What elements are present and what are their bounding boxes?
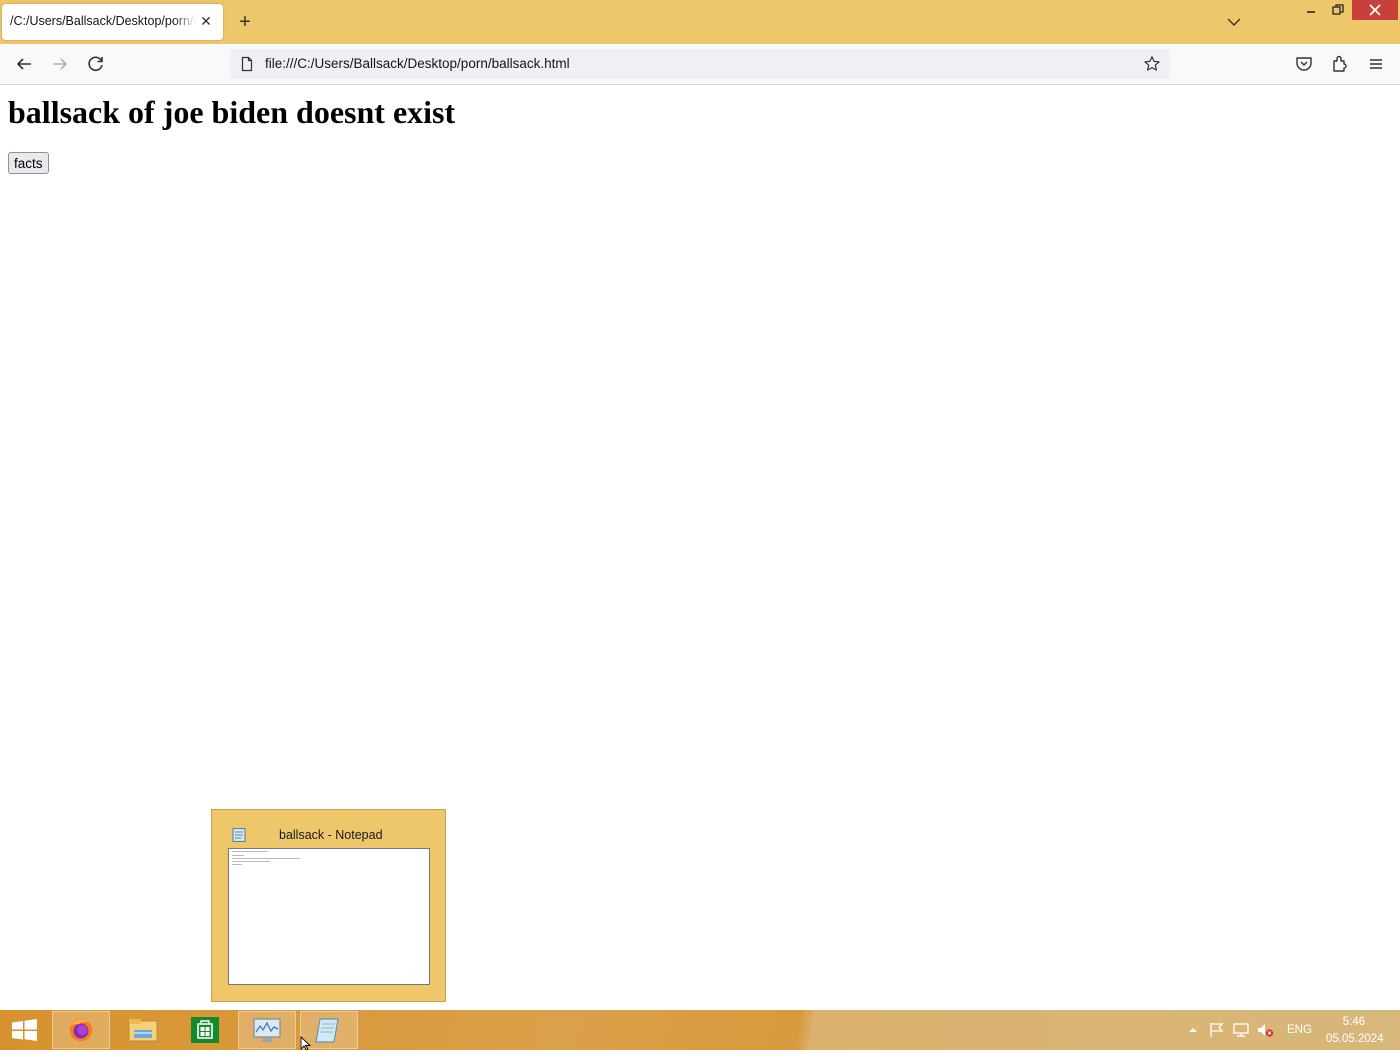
clock-date[interactable]: 05.05.2024 bbox=[1326, 1033, 1384, 1045]
tab-title: /C:/Users/Ballsack/Desktop/porn/ballsack… bbox=[10, 14, 196, 28]
restore-button[interactable] bbox=[1328, 0, 1348, 20]
address-bar[interactable]: file:///C:/Users/Ballsack/Desktop/porn/b… bbox=[230, 49, 1170, 79]
mouse-cursor-icon bbox=[300, 1036, 312, 1050]
taskbar-resource-monitor[interactable] bbox=[238, 1011, 296, 1049]
show-hidden-icons-chevron-icon[interactable] bbox=[1184, 1022, 1202, 1038]
facts-button[interactable]: facts bbox=[8, 152, 49, 174]
action-center-flag-icon[interactable] bbox=[1208, 1022, 1226, 1038]
navigation-bar: file:///C:/Users/Ballsack/Desktop/porn/b… bbox=[0, 44, 1400, 85]
close-window-button[interactable] bbox=[1352, 0, 1398, 20]
tab-list-chevron-icon[interactable] bbox=[1224, 12, 1244, 32]
active-tab[interactable]: /C:/Users/Ballsack/Desktop/porn/ballsack… bbox=[2, 4, 223, 40]
language-indicator[interactable]: ENG bbox=[1287, 1024, 1312, 1036]
windows-start-icon[interactable] bbox=[0, 1010, 48, 1050]
file-explorer-icon bbox=[128, 1019, 158, 1042]
reload-icon[interactable] bbox=[84, 52, 108, 76]
taskbar-firefox[interactable] bbox=[52, 1011, 110, 1049]
network-icon[interactable] bbox=[1232, 1022, 1250, 1038]
thumbnail-window-content bbox=[228, 848, 430, 985]
taskbar: ENG 5:46 05.05.2024 bbox=[0, 1010, 1400, 1050]
resource-monitor-icon bbox=[253, 1018, 281, 1042]
page-icon[interactable] bbox=[239, 56, 255, 72]
taskbar-store[interactable] bbox=[176, 1011, 234, 1049]
clock-time[interactable]: 5:46 bbox=[1326, 1016, 1382, 1028]
volume-muted-icon[interactable] bbox=[1256, 1022, 1274, 1038]
tab-strip: /C:/Users/Ballsack/Desktop/porn/ballsack… bbox=[0, 0, 1400, 44]
url-text: file:///C:/Users/Ballsack/Desktop/porn/b… bbox=[265, 56, 570, 71]
back-arrow-icon[interactable] bbox=[12, 52, 36, 76]
notepad-icon bbox=[315, 1018, 339, 1043]
minimize-button[interactable] bbox=[1301, 0, 1321, 20]
menu-icon[interactable] bbox=[1364, 52, 1388, 76]
forward-arrow-icon[interactable] bbox=[48, 52, 72, 76]
notepad-thumbnail-preview[interactable]: ballsack - Notepad bbox=[211, 809, 446, 1002]
thumbnail-title: ballsack - Notepad bbox=[279, 828, 383, 842]
extensions-icon[interactable] bbox=[1328, 52, 1352, 76]
notepad-icon bbox=[232, 828, 246, 842]
pocket-icon[interactable] bbox=[1292, 52, 1316, 76]
page-heading: ballsack of joe biden doesnt exist bbox=[8, 94, 456, 130]
taskbar-file-explorer[interactable] bbox=[114, 1011, 172, 1049]
firefox-icon bbox=[69, 1018, 93, 1042]
new-tab-button[interactable]: + bbox=[234, 11, 256, 33]
bookmark-star-icon[interactable] bbox=[1143, 55, 1161, 73]
store-icon bbox=[191, 1017, 219, 1043]
tab-close-icon[interactable]: ✕ bbox=[198, 13, 214, 29]
